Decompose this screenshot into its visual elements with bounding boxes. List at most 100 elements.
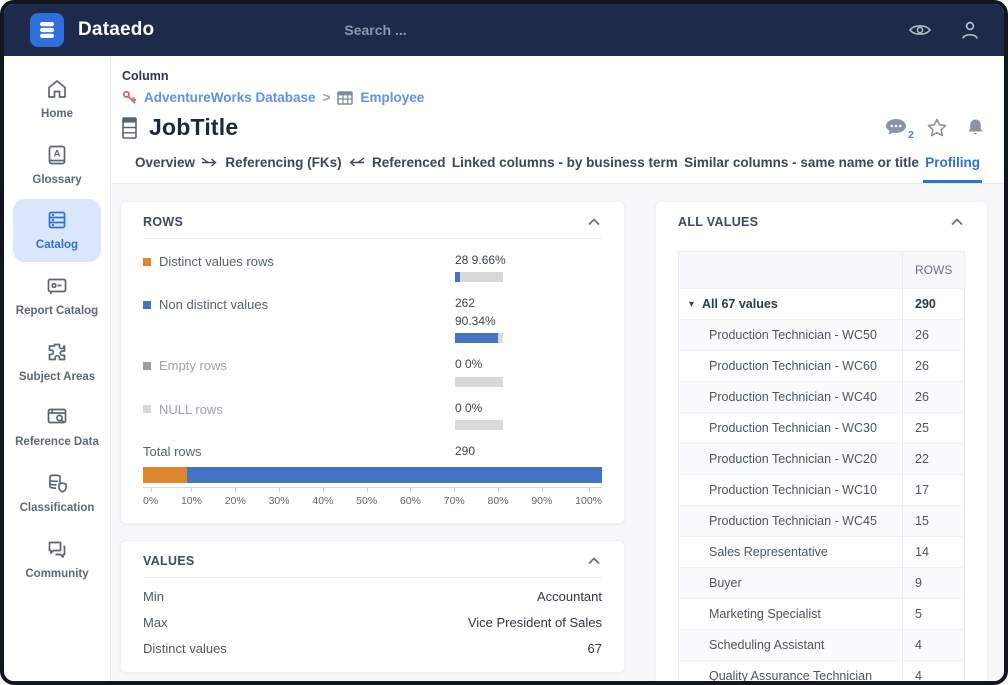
breadcrumb-table-link[interactable]: Employee xyxy=(360,90,424,105)
profiling-content: ROWS Distinct values rows 28 9.6 xyxy=(111,184,1004,681)
tab-profiling[interactable]: Profiling xyxy=(923,155,982,183)
page-header: Column AdventureWorks Database > Employe… xyxy=(111,56,1004,184)
tab-linked-columns[interactable]: Linked columns - by business term xyxy=(450,155,680,183)
kv-value: Accountant xyxy=(537,589,602,604)
svg-text:A: A xyxy=(54,148,61,159)
tab-referenced[interactable]: Referenced xyxy=(346,155,448,183)
home-icon xyxy=(45,77,69,101)
stat-empty-rows: Empty rows 0 0% xyxy=(143,356,602,386)
total-rows-value: 290 xyxy=(455,444,475,459)
breadcrumb-database-link[interactable]: AdventureWorks Database xyxy=(144,90,316,105)
all-values-panel-title: ALL VALUES xyxy=(678,215,758,229)
sidebar-item-label: Glossary xyxy=(15,172,99,189)
sidebar-item-label: Report Catalog xyxy=(15,303,99,320)
user-profile-icon[interactable] xyxy=(960,20,980,41)
stat-value-text: 262 90.34% xyxy=(455,296,496,327)
watch-eye-icon[interactable] xyxy=(908,22,932,38)
stat-non-distinct-values: Non distinct values 262 90.34% xyxy=(143,295,602,343)
catalog-icon xyxy=(45,208,69,232)
database-logo-glyph xyxy=(37,20,57,40)
table-header-row: ROWS xyxy=(679,252,964,288)
bar-segment-distinct xyxy=(143,467,187,483)
favorite-star-icon[interactable] xyxy=(927,118,947,137)
table-row[interactable]: Quality Assurance Technician 4 xyxy=(679,660,964,681)
reference-data-icon xyxy=(45,405,69,429)
table-row[interactable]: Production Technician - WC40 26 xyxy=(679,381,964,412)
stat-value-text: 0 0% xyxy=(455,357,482,371)
left-sidebar: Home A Glossary Catalog xyxy=(4,56,111,681)
legend-swatch-blue xyxy=(143,301,151,309)
values-max-row: Max Vice President of Sales xyxy=(143,615,602,630)
sidebar-item-classification[interactable]: Classification xyxy=(13,462,101,525)
tab-label: Overview xyxy=(135,155,195,170)
bar-segment-non-distinct xyxy=(187,467,602,483)
sidebar-item-glossary[interactable]: A Glossary xyxy=(13,134,101,197)
table-row[interactable]: Production Technician - WC30 25 xyxy=(679,412,964,443)
breadcrumb: AdventureWorks Database > Employee xyxy=(122,90,988,105)
rows-panel-title: ROWS xyxy=(143,215,183,229)
table-row[interactable]: Production Technician - WC60 26 xyxy=(679,350,964,381)
collapse-chevron-icon[interactable] xyxy=(586,555,602,567)
mini-bar xyxy=(455,272,503,282)
table-row[interactable]: Production Technician - WC50 26 xyxy=(679,319,964,350)
tab-referencing-fks[interactable]: Referencing (FKs) xyxy=(199,155,343,183)
legend-swatch-gray xyxy=(143,362,151,370)
table-row[interactable]: Production Technician - WC20 22 xyxy=(679,443,964,474)
table-row[interactable]: Buyer 9 xyxy=(679,567,964,598)
referenced-arrow-icon xyxy=(348,156,365,169)
page-title: JobTitle xyxy=(149,114,238,141)
rows-column-header: ROWS xyxy=(902,252,964,288)
table-row[interactable]: Sales Representative 14 xyxy=(679,536,964,567)
all-values-table: ROWS ▾ All 67 values 290 Production Te xyxy=(678,251,965,681)
sidebar-item-label: Reference Data xyxy=(15,434,99,451)
sidebar-item-subject-areas[interactable]: Subject Areas xyxy=(13,331,101,394)
sidebar-item-report-catalog[interactable]: Report Catalog xyxy=(13,265,101,328)
sidebar-item-label: Classification xyxy=(15,500,99,517)
sidebar-item-home[interactable]: Home xyxy=(13,68,101,131)
dataedo-logo-icon[interactable] xyxy=(30,13,64,47)
collapse-chevron-icon[interactable] xyxy=(586,216,602,228)
stat-label-text: Distinct values rows xyxy=(159,254,274,269)
object-type-label: Column xyxy=(122,69,988,83)
legend-swatch-light-gray xyxy=(143,405,151,413)
tab-label: Referencing (FKs) xyxy=(225,155,341,170)
top-navbar: Dataedo Search ... xyxy=(4,4,1004,56)
comments-button[interactable]: 2 xyxy=(885,118,907,137)
comment-bubble-icon xyxy=(885,118,907,137)
collapse-chevron-icon[interactable] xyxy=(949,216,965,228)
legend-swatch-orange xyxy=(143,258,151,266)
report-catalog-icon xyxy=(45,274,69,298)
notifications-bell-icon[interactable] xyxy=(967,118,984,137)
sidebar-item-label: Home xyxy=(15,106,99,123)
tab-overview[interactable]: Overview xyxy=(133,155,197,183)
sidebar-item-catalog[interactable]: Catalog xyxy=(13,199,101,262)
stat-label-text: Empty rows xyxy=(159,358,227,373)
sidebar-item-community[interactable]: Community xyxy=(13,528,101,591)
tab-label: Linked columns - by business term xyxy=(452,155,678,170)
sidebar-item-reference-data[interactable]: Reference Data xyxy=(13,396,101,459)
stat-value-text: 28 9.66% xyxy=(455,253,506,267)
values-panel-title: VALUES xyxy=(143,554,195,568)
tab-similar-columns[interactable]: Similar columns - same name or title xyxy=(682,155,921,183)
subject-areas-puzzle-icon xyxy=(45,340,69,364)
kv-value: 67 xyxy=(588,641,602,656)
sidebar-item-label: Subject Areas xyxy=(15,369,99,386)
mini-bar xyxy=(455,333,503,343)
kv-label: Min xyxy=(143,589,164,604)
values-min-row: Min Accountant xyxy=(143,589,602,604)
table-row[interactable]: Marketing Specialist 5 xyxy=(679,598,964,629)
database-connection-icon xyxy=(122,90,137,105)
table-row[interactable]: Scheduling Assistant 4 xyxy=(679,629,964,660)
expand-caret-icon[interactable]: ▾ xyxy=(689,299,694,310)
percent-axis: 0%10% 20%30% 40%50% 60%70% 80%90% 100% xyxy=(143,487,602,507)
stat-label-text: NULL rows xyxy=(159,402,223,417)
all-values-group-row[interactable]: ▾ All 67 values 290 xyxy=(679,288,964,319)
tab-bar: Overview Referencing (FKs) Referenced xyxy=(133,155,982,183)
tab-label: Similar columns - same name or title xyxy=(684,155,919,170)
search-input[interactable]: Search ... xyxy=(344,22,406,38)
classification-shield-icon xyxy=(45,471,69,495)
table-row[interactable]: Production Technician - WC45 15 xyxy=(679,505,964,536)
kv-value: Vice President of Sales xyxy=(468,615,602,630)
table-row[interactable]: Production Technician - WC10 17 xyxy=(679,474,964,505)
stat-label-text: Non distinct values xyxy=(159,297,268,312)
